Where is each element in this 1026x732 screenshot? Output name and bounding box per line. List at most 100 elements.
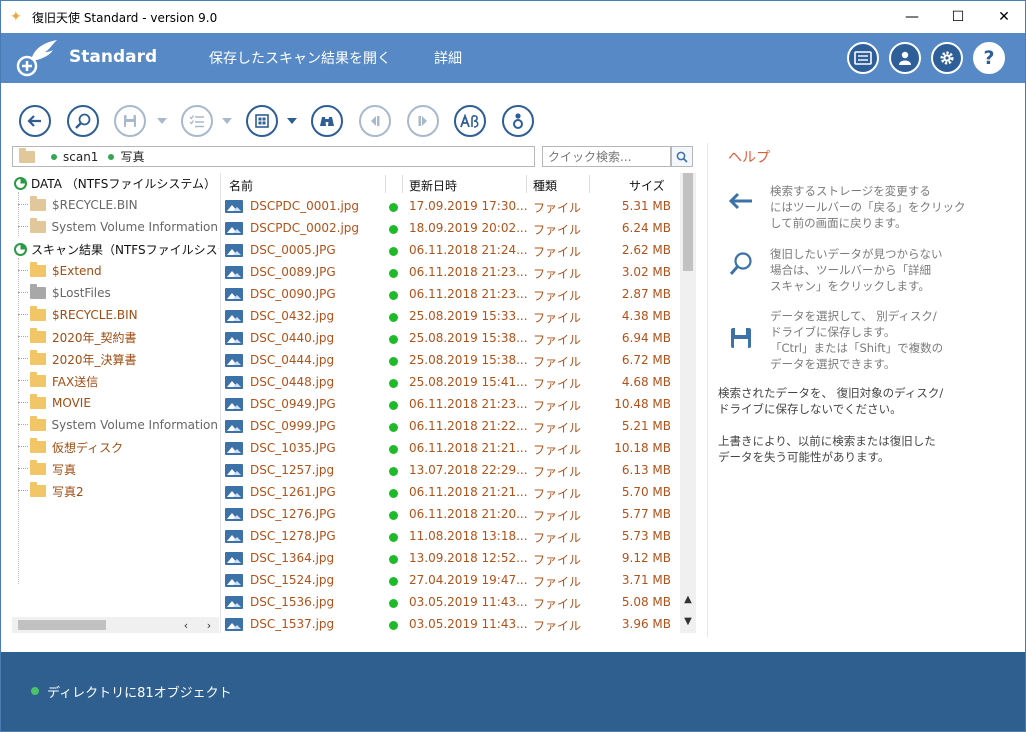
table-row[interactable]: DSC_0999.JPG 06.11.2018 21:22... ファイル 5.21 … xyxy=(221,415,680,437)
file-modified: 06.11.2018 21:23... xyxy=(409,287,528,301)
table-row[interactable]: DSC_0949.JPG 06.11.2018 21:23... ファイル 10.48… xyxy=(221,393,680,415)
tree-node[interactable]: MOVIE xyxy=(18,393,208,413)
folder-icon xyxy=(30,284,46,299)
file-size: 5.08 MB xyxy=(621,595,671,609)
table-row[interactable]: DSC_1035.JPG 06.11.2018 21:21... ファイル 10.18… xyxy=(221,437,680,459)
table-row[interactable]: DSCPDC_0001.jpg 17.09.2019 17:30... ファイル 5.… xyxy=(221,195,680,217)
help-title: ヘルプ xyxy=(728,150,770,166)
info-button[interactable] xyxy=(502,105,534,137)
tree-node[interactable]: $RECYCLE.BIN xyxy=(18,195,208,215)
table-row[interactable]: DSCPDC_0002.jpg 18.09.2019 20:02... ファイル 6.… xyxy=(221,217,680,239)
table-row[interactable]: DSC_1278.JPG 11.08.2018 13:18... ファイル 5.73 … xyxy=(221,525,680,547)
file-type: ファイル xyxy=(533,531,582,545)
tree-connector xyxy=(18,490,28,491)
open-saved-scan-link[interactable]: 保存したスキャン結果を開く xyxy=(209,48,391,68)
breadcrumb-item[interactable]: scan1 xyxy=(63,150,98,164)
close-button[interactable]: ✕ xyxy=(981,1,1025,33)
table-row[interactable]: DSC_1257.jpg 13.07.2018 22:29... ファイル 6.13 … xyxy=(221,459,680,481)
scroll-down-icon[interactable]: ▼ xyxy=(680,613,696,629)
tree-node[interactable]: $RECYCLE.BIN xyxy=(18,305,208,325)
file-modified: 18.09.2019 20:02... xyxy=(409,221,528,235)
file-type: ファイル xyxy=(533,289,582,303)
breadcrumb-item[interactable]: 写真 xyxy=(120,148,144,165)
view-dropdown-caret[interactable] xyxy=(287,118,297,124)
table-row[interactable]: DSC_0444.jpg 25.08.2019 15:38... ファイル 6.72 … xyxy=(221,349,680,371)
table-row[interactable]: DSC_0005.JPG 06.11.2018 21:24... ファイル 2.62 … xyxy=(221,239,680,261)
tree-connector xyxy=(18,204,28,205)
file-size: 10.18 MB xyxy=(614,441,671,455)
file-name: DSC_0432.jpg xyxy=(250,309,335,323)
file-modified: 06.11.2018 21:21... xyxy=(409,441,528,455)
settings-button[interactable] xyxy=(931,42,963,74)
back-button[interactable] xyxy=(19,105,51,137)
find-button[interactable] xyxy=(311,105,343,137)
floppy-icon xyxy=(124,115,136,127)
tree-node-root[interactable]: スキャン結果（NTFSファイルシステム） xyxy=(14,239,219,259)
scroll-right-icon[interactable]: › xyxy=(201,617,217,633)
select-dropdown-caret[interactable] xyxy=(222,118,232,124)
scrollbar-thumb[interactable] xyxy=(683,173,693,271)
save-button[interactable] xyxy=(114,105,146,137)
column-type[interactable]: 種類 xyxy=(533,177,557,194)
tree-node[interactable]: $LostFiles xyxy=(18,283,208,303)
table-row[interactable]: DSC_1537.jpg 03.05.2019 11:43... ファイル 3.96 … xyxy=(221,613,680,633)
quick-search-input[interactable] xyxy=(542,146,671,167)
column-separator[interactable] xyxy=(402,175,403,193)
table-row[interactable]: DSC_1276.JPG 06.11.2018 21:20... ファイル 5.77 … xyxy=(221,503,680,525)
tree-horizontal-scrollbar[interactable]: ‹ › xyxy=(12,617,219,633)
back-arrow-icon xyxy=(727,187,755,215)
folder-icon xyxy=(30,372,46,387)
table-row[interactable]: DSC_1364.jpg 13.09.2018 12:52... ファイル 9.12 … xyxy=(221,547,680,569)
column-separator[interactable] xyxy=(385,175,386,193)
table-row[interactable]: DSC_1536.jpg 03.05.2019 11:43... ファイル 5.08 … xyxy=(221,591,680,613)
log-button[interactable] xyxy=(847,42,879,74)
column-size[interactable]: サイズ xyxy=(629,177,665,194)
scroll-up-icon[interactable]: ▲ xyxy=(680,591,696,607)
table-row[interactable]: DSC_0089.JPG 06.11.2018 21:23... ファイル 3.02 … xyxy=(221,261,680,283)
tree-node[interactable]: 仮想ディスク xyxy=(18,437,208,457)
column-separator[interactable] xyxy=(589,175,590,193)
file-name: DSC_0089.JPG xyxy=(250,265,336,279)
account-button[interactable] xyxy=(889,42,921,74)
maximize-button[interactable]: ☐ xyxy=(935,1,981,33)
tree-node-selected[interactable]: 写真 xyxy=(18,459,208,479)
file-list-vertical-scrollbar[interactable]: ▲ ▼ xyxy=(680,173,696,633)
details-link[interactable]: 詳細 xyxy=(434,48,462,68)
table-row[interactable]: DSC_0090.JPG 06.11.2018 21:23... ファイル 2.87 … xyxy=(221,283,680,305)
image-file-icon xyxy=(225,552,243,565)
search-button[interactable] xyxy=(671,146,693,167)
case-button[interactable] xyxy=(454,105,486,137)
scrollbar-thumb[interactable] xyxy=(18,620,106,630)
minimize-button[interactable]: — xyxy=(889,1,935,33)
table-row[interactable]: DSC_1524.jpg 27.04.2019 19:47... ファイル 3.71 … xyxy=(221,569,680,591)
grid-view-button[interactable] xyxy=(246,105,278,137)
scroll-left-icon[interactable]: ‹ xyxy=(178,617,194,633)
table-row[interactable]: DSC_0432.jpg 25.08.2019 15:33... ファイル 4.38 … xyxy=(221,305,680,327)
image-file-icon xyxy=(225,596,243,609)
table-row[interactable]: DSC_1261.JPG 06.11.2018 21:21... ファイル 5.70 … xyxy=(221,481,680,503)
tree-node[interactable]: 写真2 xyxy=(18,481,208,501)
prev-button[interactable] xyxy=(359,105,391,137)
list-view-button[interactable] xyxy=(181,105,213,137)
save-dropdown-caret[interactable] xyxy=(157,118,167,124)
tree-node[interactable]: System Volume Information xyxy=(18,217,218,237)
help-button[interactable]: ? xyxy=(973,42,1005,74)
next-button[interactable] xyxy=(407,105,439,137)
column-modified[interactable]: 更新日時 xyxy=(409,177,457,194)
image-file-icon xyxy=(225,288,243,301)
tree-node[interactable]: 2020年_決算書 xyxy=(18,349,208,369)
table-row[interactable]: DSC_0440.jpg 25.08.2019 15:38... ファイル 6.94 … xyxy=(221,327,680,349)
tree-node[interactable]: $Extend xyxy=(18,261,208,281)
detail-scan-button[interactable] xyxy=(67,105,99,137)
column-name[interactable]: 名前 xyxy=(229,177,253,194)
column-separator[interactable] xyxy=(526,175,527,193)
checklist-icon xyxy=(189,115,204,128)
tree-node[interactable]: FAX送信 xyxy=(18,371,208,391)
tree-node[interactable]: 2020年_契約書 xyxy=(18,327,208,347)
title-bar: ✦ 復旧天使 Standard - version 9.0 — ☐ ✕ xyxy=(1,1,1025,33)
grid-view-icon xyxy=(255,114,269,128)
tree-connector xyxy=(18,380,28,381)
tree-node[interactable]: System Volume Information xyxy=(18,415,218,435)
tree-node-root[interactable]: DATA （NTFSファイルシステム） xyxy=(14,173,216,193)
table-row[interactable]: DSC_0448.jpg 25.08.2019 15:41... ファイル 4.68 … xyxy=(221,371,680,393)
